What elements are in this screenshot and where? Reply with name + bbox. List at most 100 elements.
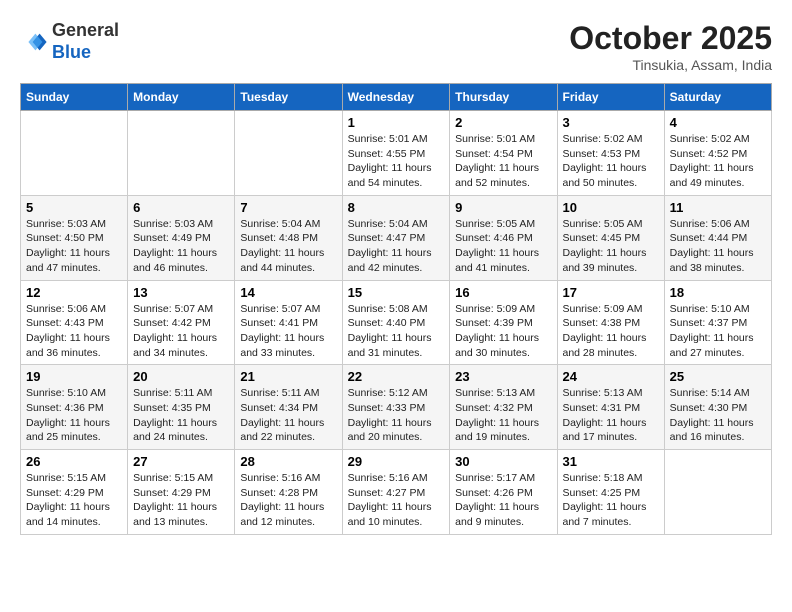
calendar-cell: 21 Sunrise: 5:11 AMSunset: 4:34 PMDayligh…	[235, 365, 342, 450]
day-info: Sunrise: 5:10 AMSunset: 4:36 PMDaylight:…	[26, 386, 122, 445]
day-number: 23	[455, 369, 551, 384]
calendar-cell: 8 Sunrise: 5:04 AMSunset: 4:47 PMDaylight…	[342, 195, 450, 280]
day-number: 29	[348, 454, 445, 469]
day-info: Sunrise: 5:07 AMSunset: 4:42 PMDaylight:…	[133, 302, 229, 361]
calendar-week-5: 26 Sunrise: 5:15 AMSunset: 4:29 PMDayligh…	[21, 450, 772, 535]
calendar-cell: 24Sunrise: 5:13 AMSunset: 4:31 PMDayligh…	[557, 365, 664, 450]
day-number: 1	[348, 115, 445, 130]
day-number: 19	[26, 369, 122, 384]
day-number: 28	[240, 454, 336, 469]
day-info: Sunrise: 5:17 AMSunset: 4:26 PMDaylight:…	[455, 471, 551, 530]
day-number: 12	[26, 285, 122, 300]
weekday-header-sunday: Sunday	[21, 84, 128, 111]
day-number: 6	[133, 200, 229, 215]
day-number: 24	[563, 369, 659, 384]
day-number: 31	[563, 454, 659, 469]
calendar-table: SundayMondayTuesdayWednesdayThursdayFrid…	[20, 83, 772, 535]
day-info: Sunrise: 5:11 AMSunset: 4:34 PMDaylight:…	[240, 386, 336, 445]
day-info: Sunrise: 5:02 AMSunset: 4:53 PMDaylight:…	[563, 132, 659, 191]
calendar-cell: 2 Sunrise: 5:01 AMSunset: 4:54 PMDaylight…	[450, 111, 557, 196]
day-info: Sunrise: 5:11 AMSunset: 4:35 PMDaylight:…	[133, 386, 229, 445]
calendar-cell: 3 Sunrise: 5:02 AMSunset: 4:53 PMDaylight…	[557, 111, 664, 196]
calendar-cell: 15 Sunrise: 5:08 AMSunset: 4:40 PMDayligh…	[342, 280, 450, 365]
calendar-cell: 14 Sunrise: 5:07 AMSunset: 4:41 PMDayligh…	[235, 280, 342, 365]
calendar-cell: 25 Sunrise: 5:14 AMSunset: 4:30 PMDayligh…	[664, 365, 771, 450]
day-info: Sunrise: 5:10 AMSunset: 4:37 PMDaylight:…	[670, 302, 766, 361]
day-info: Sunrise: 5:18 AMSunset: 4:25 PMDaylight:…	[563, 471, 659, 530]
day-number: 21	[240, 369, 336, 384]
calendar-cell: 9Sunrise: 5:05 AMSunset: 4:46 PMDaylight…	[450, 195, 557, 280]
weekday-header-monday: Monday	[128, 84, 235, 111]
day-info: Sunrise: 5:07 AMSunset: 4:41 PMDaylight:…	[240, 302, 336, 361]
day-info: Sunrise: 5:01 AMSunset: 4:55 PMDaylight:…	[348, 132, 445, 191]
day-number: 4	[670, 115, 766, 130]
calendar-cell: 5 Sunrise: 5:03 AMSunset: 4:50 PMDaylight…	[21, 195, 128, 280]
day-info: Sunrise: 5:04 AMSunset: 4:47 PMDaylight:…	[348, 217, 445, 276]
day-info: Sunrise: 5:06 AMSunset: 4:44 PMDaylight:…	[670, 217, 766, 276]
day-number: 17	[563, 285, 659, 300]
calendar-week-1: 1 Sunrise: 5:01 AMSunset: 4:55 PMDaylight…	[21, 111, 772, 196]
calendar-cell: 20 Sunrise: 5:11 AMSunset: 4:35 PMDayligh…	[128, 365, 235, 450]
day-number: 9	[455, 200, 551, 215]
weekday-header-tuesday: Tuesday	[235, 84, 342, 111]
calendar-cell: 27 Sunrise: 5:15 AMSunset: 4:29 PMDayligh…	[128, 450, 235, 535]
calendar-cell: 26 Sunrise: 5:15 AMSunset: 4:29 PMDayligh…	[21, 450, 128, 535]
day-info: Sunrise: 5:12 AMSunset: 4:33 PMDaylight:…	[348, 386, 445, 445]
calendar-cell: 10 Sunrise: 5:05 AMSunset: 4:45 PMDayligh…	[557, 195, 664, 280]
day-info: Sunrise: 5:16 AMSunset: 4:28 PMDaylight:…	[240, 471, 336, 530]
logo: General Blue	[20, 20, 119, 63]
logo-general-text: General	[52, 20, 119, 42]
day-number: 22	[348, 369, 445, 384]
calendar-week-4: 19 Sunrise: 5:10 AMSunset: 4:36 PMDayligh…	[21, 365, 772, 450]
day-number: 8	[348, 200, 445, 215]
weekday-header-row: SundayMondayTuesdayWednesdayThursdayFrid…	[21, 84, 772, 111]
day-info: Sunrise: 5:13 AMSunset: 4:32 PMDaylight:…	[455, 386, 551, 445]
calendar-cell	[235, 111, 342, 196]
weekday-header-friday: Friday	[557, 84, 664, 111]
logo-blue-text: Blue	[52, 42, 119, 64]
title-block: October 2025 Tinsukia, Assam, India	[569, 20, 772, 73]
day-number: 7	[240, 200, 336, 215]
day-number: 25	[670, 369, 766, 384]
day-number: 27	[133, 454, 229, 469]
day-number: 18	[670, 285, 766, 300]
day-info: Sunrise: 5:08 AMSunset: 4:40 PMDaylight:…	[348, 302, 445, 361]
day-info: Sunrise: 5:03 AMSunset: 4:50 PMDaylight:…	[26, 217, 122, 276]
day-number: 20	[133, 369, 229, 384]
day-number: 2	[455, 115, 551, 130]
day-info: Sunrise: 5:14 AMSunset: 4:30 PMDaylight:…	[670, 386, 766, 445]
logo-icon	[20, 28, 48, 56]
day-number: 15	[348, 285, 445, 300]
calendar-week-2: 5 Sunrise: 5:03 AMSunset: 4:50 PMDaylight…	[21, 195, 772, 280]
calendar-cell: 30Sunrise: 5:17 AMSunset: 4:26 PMDayligh…	[450, 450, 557, 535]
calendar-cell: 23 Sunrise: 5:13 AMSunset: 4:32 PMDayligh…	[450, 365, 557, 450]
day-info: Sunrise: 5:09 AMSunset: 4:38 PMDaylight:…	[563, 302, 659, 361]
calendar-cell: 29Sunrise: 5:16 AMSunset: 4:27 PMDayligh…	[342, 450, 450, 535]
day-info: Sunrise: 5:15 AMSunset: 4:29 PMDaylight:…	[133, 471, 229, 530]
day-info: Sunrise: 5:05 AMSunset: 4:45 PMDaylight:…	[563, 217, 659, 276]
day-number: 5	[26, 200, 122, 215]
day-info: Sunrise: 5:09 AMSunset: 4:39 PMDaylight:…	[455, 302, 551, 361]
calendar-cell: 28 Sunrise: 5:16 AMSunset: 4:28 PMDayligh…	[235, 450, 342, 535]
month-title: October 2025	[569, 20, 772, 57]
day-number: 26	[26, 454, 122, 469]
calendar-cell: 16Sunrise: 5:09 AMSunset: 4:39 PMDayligh…	[450, 280, 557, 365]
day-info: Sunrise: 5:01 AMSunset: 4:54 PMDaylight:…	[455, 132, 551, 191]
calendar-cell: 17 Sunrise: 5:09 AMSunset: 4:38 PMDayligh…	[557, 280, 664, 365]
weekday-header-thursday: Thursday	[450, 84, 557, 111]
calendar-cell: 4 Sunrise: 5:02 AMSunset: 4:52 PMDaylight…	[664, 111, 771, 196]
day-info: Sunrise: 5:04 AMSunset: 4:48 PMDaylight:…	[240, 217, 336, 276]
calendar-cell	[664, 450, 771, 535]
calendar-cell: 18 Sunrise: 5:10 AMSunset: 4:37 PMDayligh…	[664, 280, 771, 365]
day-info: Sunrise: 5:02 AMSunset: 4:52 PMDaylight:…	[670, 132, 766, 191]
day-info: Sunrise: 5:15 AMSunset: 4:29 PMDaylight:…	[26, 471, 122, 530]
day-number: 3	[563, 115, 659, 130]
day-number: 14	[240, 285, 336, 300]
calendar-cell: 22 Sunrise: 5:12 AMSunset: 4:33 PMDayligh…	[342, 365, 450, 450]
day-info: Sunrise: 5:06 AMSunset: 4:43 PMDaylight:…	[26, 302, 122, 361]
calendar-cell: 31 Sunrise: 5:18 AMSunset: 4:25 PMDayligh…	[557, 450, 664, 535]
calendar-cell: 19 Sunrise: 5:10 AMSunset: 4:36 PMDayligh…	[21, 365, 128, 450]
calendar-cell: 11Sunrise: 5:06 AMSunset: 4:44 PMDayligh…	[664, 195, 771, 280]
day-info: Sunrise: 5:03 AMSunset: 4:49 PMDaylight:…	[133, 217, 229, 276]
day-number: 10	[563, 200, 659, 215]
